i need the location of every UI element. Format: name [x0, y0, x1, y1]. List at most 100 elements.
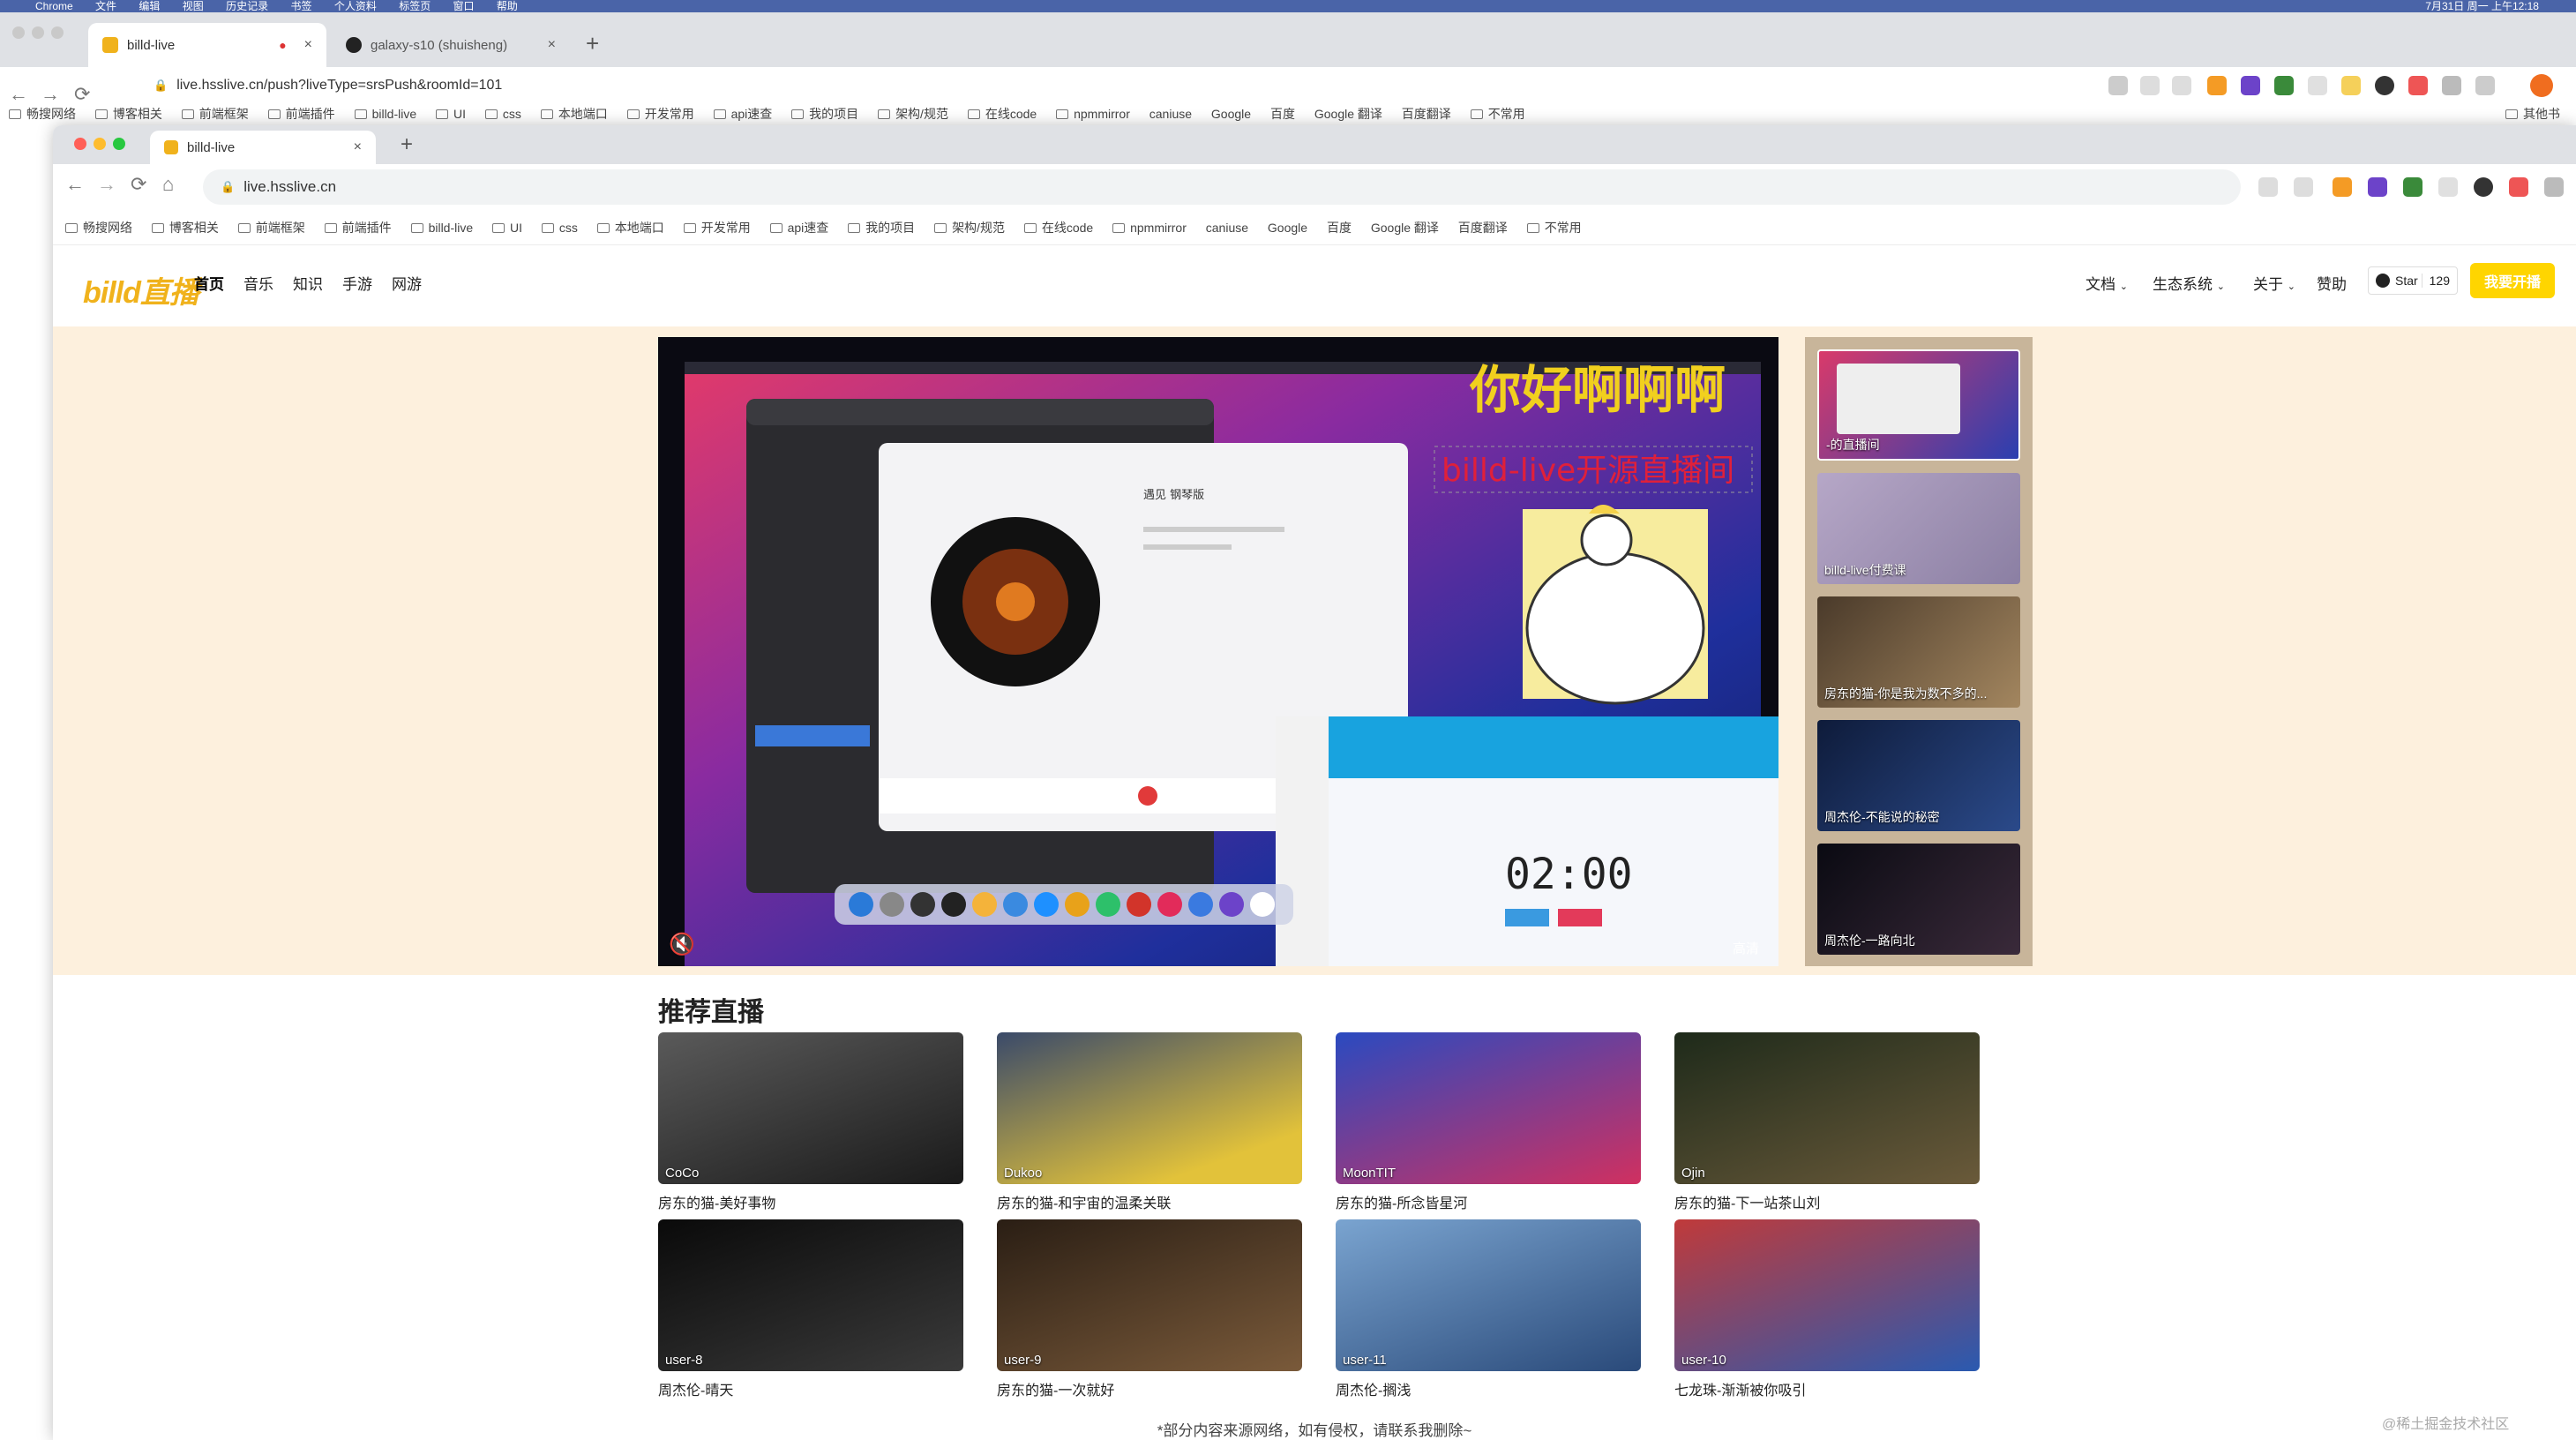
- zoom-window-icon[interactable]: [113, 138, 125, 150]
- mute-icon[interactable]: 🔇: [669, 932, 695, 957]
- extension-icon[interactable]: [2333, 177, 2352, 197]
- other-bookmarks[interactable]: 其他书: [2505, 102, 2560, 125]
- bookmark-item[interactable]: 前端框架: [237, 210, 305, 245]
- puzzle-icon[interactable]: [2442, 76, 2461, 95]
- quality-button[interactable]: 高清: [1733, 939, 1759, 957]
- bookmark-item[interactable]: 本地端口: [540, 102, 608, 125]
- bookmark-item[interactable]: 百度翻译: [1402, 102, 1451, 125]
- bookmark-star-icon[interactable]: [2172, 76, 2191, 95]
- site-logo[interactable]: billd直播: [83, 268, 199, 311]
- bookmark-item[interactable]: Google: [1268, 210, 1307, 245]
- minimize-window-icon[interactable]: [94, 138, 106, 150]
- home-icon[interactable]: ⌂: [162, 173, 174, 196]
- bookmark-item[interactable]: 我的项目: [791, 102, 858, 125]
- bookmark-item[interactable]: UI: [492, 210, 522, 245]
- bookmark-item[interactable]: 不常用: [1526, 210, 1582, 245]
- extension-icon[interactable]: [2509, 177, 2528, 197]
- extension-icon[interactable]: [2403, 177, 2422, 197]
- extension-icon[interactable]: [2207, 76, 2227, 95]
- nav-knowledge[interactable]: 知识: [293, 272, 323, 294]
- puzzle-icon[interactable]: [2544, 177, 2564, 197]
- menu-edit[interactable]: 编辑: [139, 0, 160, 12]
- bookmark-item[interactable]: 畅搜网络: [9, 102, 76, 125]
- back-icon[interactable]: ←: [65, 173, 85, 196]
- nav-home[interactable]: 首页: [194, 272, 224, 294]
- close-tab-icon[interactable]: ×: [354, 139, 362, 155]
- new-tab-icon[interactable]: +: [586, 30, 599, 57]
- bookmark-item[interactable]: 架构/规范: [934, 210, 1005, 245]
- bookmark-item[interactable]: caniuse: [1206, 210, 1248, 245]
- live-card[interactable]: Dukoo 房东的猫-和宇宙的温柔关联: [997, 1032, 1302, 1212]
- share-icon[interactable]: [2140, 76, 2160, 95]
- menu-tabs[interactable]: 标签页: [399, 0, 431, 12]
- outer-minimize-dot[interactable]: [32, 26, 44, 39]
- bookmark-item[interactable]: 在线code: [1023, 210, 1093, 245]
- nav-about[interactable]: 关于 ⌄: [2253, 272, 2295, 294]
- live-card[interactable]: CoCo 房东的猫-美好事物: [658, 1032, 963, 1212]
- extension-icon[interactable]: [2438, 177, 2458, 197]
- menu-history[interactable]: 历史记录: [226, 0, 268, 12]
- outer-address-bar[interactable]: 🔒 live.hsslive.cn/push?liveType=srsPush&…: [136, 72, 2094, 99]
- bookmark-item[interactable]: 百度翻译: [1458, 210, 1508, 245]
- playlist-item[interactable]: 周杰伦-一路向北: [1817, 844, 2020, 955]
- close-tab-icon[interactable]: ×: [304, 37, 312, 53]
- new-tab-icon[interactable]: +: [401, 132, 413, 157]
- bookmark-item[interactable]: 博客相关: [94, 102, 162, 125]
- menu-bookmarks[interactable]: 书签: [290, 0, 311, 12]
- close-window-icon[interactable]: [74, 138, 86, 150]
- bookmark-item[interactable]: Google: [1211, 102, 1251, 125]
- bookmark-item[interactable]: npmmirror: [1112, 210, 1187, 245]
- menu-chrome[interactable]: Chrome: [35, 0, 73, 12]
- bookmark-item[interactable]: 前端插件: [324, 210, 392, 245]
- nav-ecosystem[interactable]: 生态系统 ⌄: [2153, 272, 2225, 294]
- bookmark-item[interactable]: 开发常用: [683, 210, 751, 245]
- bookmark-item[interactable]: billd-live: [410, 210, 473, 245]
- menu-view[interactable]: 视图: [183, 0, 204, 12]
- live-card[interactable]: user-9 房东的猫-一次就好: [997, 1219, 1302, 1399]
- bookmark-item[interactable]: 本地端口: [596, 210, 664, 245]
- menu-file[interactable]: 文件: [95, 0, 116, 12]
- nav-sponsor[interactable]: 赞助: [2317, 272, 2347, 294]
- bookmark-item[interactable]: npmmirror: [1056, 102, 1130, 125]
- sidebar-icon[interactable]: [2475, 76, 2495, 95]
- live-card[interactable]: Ojin 房东的猫-下一站茶山刘: [1674, 1032, 1980, 1212]
- live-video-player[interactable]: 遇见 钢琴版 你好啊啊啊 billd-live开源直播间 02:00 🔇 高清: [658, 337, 1778, 966]
- close-tab-icon[interactable]: ×: [548, 37, 556, 53]
- playlist-item[interactable]: -的直播间: [1817, 349, 2020, 461]
- bookmark-item[interactable]: Google 翻译: [1371, 210, 1439, 245]
- extension-icon[interactable]: [2241, 76, 2260, 95]
- playlist-item[interactable]: 房东的猫-你是我为数不多的...: [1817, 596, 2020, 708]
- bookmark-item[interactable]: css: [484, 102, 521, 125]
- forward-icon[interactable]: →: [97, 173, 116, 196]
- audio-playing-icon[interactable]: ●: [279, 38, 286, 52]
- bookmark-item[interactable]: 百度: [1270, 102, 1295, 125]
- extension-icon[interactable]: [2474, 177, 2493, 197]
- bookmark-item[interactable]: 在线code: [967, 102, 1037, 125]
- reload-icon[interactable]: ⟳: [131, 173, 146, 196]
- bookmark-item[interactable]: 不常用: [1470, 102, 1525, 125]
- outer-zoom-dot[interactable]: [51, 26, 64, 39]
- bookmark-item[interactable]: billd-live: [354, 102, 416, 125]
- menu-help[interactable]: 帮助: [497, 0, 518, 12]
- bookmark-item[interactable]: 我的项目: [848, 210, 915, 245]
- start-live-button[interactable]: 我要开播: [2470, 263, 2555, 298]
- inner-tab-billd-live[interactable]: billd-live ×: [150, 131, 376, 164]
- bookmark-item[interactable]: 前端插件: [267, 102, 335, 125]
- github-star-button[interactable]: Star 129: [2368, 266, 2458, 295]
- live-card[interactable]: user-11 周杰伦-搁浅: [1336, 1219, 1641, 1399]
- extension-icon[interactable]: [2308, 76, 2327, 95]
- bookmark-item[interactable]: 架构/规范: [878, 102, 948, 125]
- bookmark-item[interactable]: api速查: [713, 102, 772, 125]
- extension-icon[interactable]: [2274, 76, 2294, 95]
- playlist-item[interactable]: 周杰伦-不能说的秘密: [1817, 720, 2020, 831]
- bookmark-item[interactable]: 开发常用: [626, 102, 694, 125]
- bookmark-item[interactable]: api速查: [769, 210, 828, 245]
- outer-tab-github[interactable]: galaxy-s10 (shuisheng) ×: [332, 23, 570, 67]
- outer-tab-billd-live[interactable]: billd-live ● ×: [88, 23, 326, 67]
- nav-online-games[interactable]: 网游: [392, 272, 422, 294]
- bookmark-item[interactable]: css: [541, 210, 578, 245]
- avatar[interactable]: [2530, 74, 2553, 97]
- playlist-item[interactable]: billd-live付费课: [1817, 473, 2020, 584]
- bookmark-item[interactable]: caniuse: [1149, 102, 1192, 125]
- extension-icon[interactable]: [2341, 76, 2361, 95]
